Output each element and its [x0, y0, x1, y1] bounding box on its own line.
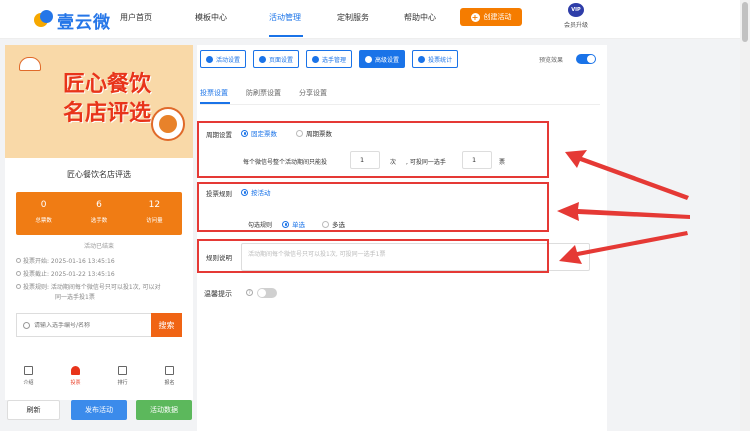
podium-icon — [118, 366, 127, 375]
help-icon[interactable]: ? — [246, 289, 253, 296]
gear-icon — [206, 55, 213, 63]
preview-effect-label: 预览效果 — [539, 57, 564, 64]
top-navbar: 壹云微 用户首页 模板中心 活动管理 定制服务 帮助中心 + 创建活动 VIP … — [0, 0, 740, 39]
banner-title-line1: 匠心餐饮 — [62, 72, 151, 97]
refresh-button[interactable]: 刷新 — [7, 400, 60, 420]
info-icon — [16, 284, 21, 289]
tip-toggle[interactable] — [257, 288, 277, 298]
create-activity-button[interactable]: + 创建活动 — [460, 8, 522, 26]
logo[interactable]: 壹云微 — [34, 9, 111, 33]
scrollbar-thumb[interactable] — [742, 2, 748, 42]
arrow-2 — [557, 202, 690, 221]
settings-panel — [197, 45, 607, 431]
nav-item-activity-management[interactable]: 活动管理 — [269, 12, 301, 23]
clock-icon — [16, 271, 21, 276]
settings-subtabs: 投票设置 防刷票设置 分享设置 — [200, 88, 327, 102]
nav-item-custom-service[interactable]: 定制服务 — [337, 12, 369, 23]
search-button[interactable]: 搜索 — [151, 313, 182, 337]
phone-tabbar: 介绍 投票 排行 报名 — [5, 358, 193, 400]
bar-chart-icon — [418, 55, 426, 63]
nav-item-templates[interactable]: 模板中心 — [195, 12, 227, 23]
tab-ranking[interactable]: 排行 — [99, 358, 146, 400]
preview-effect-toggle[interactable] — [576, 54, 596, 64]
tab-anti-fraud-settings[interactable]: 防刷票设置 — [246, 88, 281, 102]
stats-box: 0 总票数 6 选手数 12 访问量 — [16, 192, 182, 235]
tip-label: 温馨提示 — [204, 290, 232, 298]
page-scrollbar[interactable] — [740, 0, 750, 431]
gear-icon — [259, 55, 267, 63]
activity-settings-button[interactable]: 活动设置 — [200, 50, 247, 68]
tab-signup[interactable]: 报名 — [146, 358, 193, 400]
vip-upgrade[interactable]: VIP 会员升级 — [560, 3, 592, 29]
phone-preview: 匠心餐饮 名店评选 匠心餐饮名店评选 0 总票数 6 选手数 12 访问量 活动… — [5, 45, 193, 400]
search-box — [16, 313, 151, 337]
stat-contestants: 6 选手数 — [90, 200, 108, 224]
stat-visits: 12 访问量 — [146, 200, 163, 224]
nav-active-underline — [269, 35, 303, 37]
activity-data-button[interactable]: 活动数据 — [136, 400, 192, 420]
activity-title: 匠心餐饮名店评选 — [16, 161, 182, 189]
dish-plate-icon — [151, 107, 185, 141]
logo-text: 壹云微 — [57, 12, 111, 33]
highlight-box-rule — [197, 182, 549, 232]
tab-share-settings[interactable]: 分享设置 — [299, 88, 327, 102]
tab-vote-settings[interactable]: 投票设置 — [200, 88, 228, 102]
plus-icon: + — [470, 12, 480, 22]
arrow-3 — [559, 231, 688, 264]
page-settings-button[interactable]: 页面设置 — [253, 50, 300, 68]
nav-item-help-center[interactable]: 帮助中心 — [404, 12, 436, 23]
settings-toolbar: 活动设置 页面设置 选手管理 高级设置 投票统计 — [200, 50, 459, 68]
clock-icon — [16, 258, 21, 263]
contestant-search: 搜索 — [16, 313, 182, 337]
nav-item-home[interactable]: 用户首页 — [120, 12, 152, 23]
arrow-1 — [565, 150, 689, 200]
tab-vote[interactable]: 投票 — [52, 358, 99, 400]
advanced-settings-button[interactable]: 高级设置 — [359, 50, 406, 68]
start-time: 投票开始: 2025-01-16 13:45:16 — [16, 257, 115, 266]
search-input[interactable] — [34, 321, 144, 329]
highlight-box-period — [197, 121, 549, 178]
vote-rule-cont: 同一选手投1票 — [55, 294, 95, 301]
activity-banner: 匠心餐饮 名店评选 — [5, 45, 193, 158]
tab-intro[interactable]: 介绍 — [5, 358, 52, 400]
stat-total-votes: 0 总票数 — [35, 200, 52, 224]
activity-ended-text: 活动已结束 — [83, 243, 114, 250]
contestant-management-button[interactable]: 选手管理 — [306, 50, 353, 68]
search-icon — [23, 321, 30, 329]
users-icon — [312, 55, 320, 63]
signup-icon — [165, 366, 174, 375]
vip-icon: VIP — [568, 3, 584, 17]
document-icon — [24, 366, 33, 375]
vote-statistics-button[interactable]: 投票统计 — [412, 50, 459, 68]
highlight-box-description — [197, 239, 549, 273]
sliders-icon — [365, 55, 373, 63]
annotation-arrows — [557, 150, 690, 264]
vote-rule: 投票规则: 活动期间每个微信号只可以投1次, 可以对 — [16, 283, 161, 292]
subtab-divider — [200, 104, 600, 105]
end-time: 投票截止: 2025-01-22 13:45:16 — [16, 270, 115, 279]
logo-icon — [34, 10, 54, 30]
user-icon — [71, 366, 80, 375]
create-activity-label: 创建活动 — [483, 13, 512, 21]
vip-upgrade-label: 会员升级 — [563, 22, 588, 29]
publish-activity-button[interactable]: 发布活动 — [71, 400, 127, 420]
